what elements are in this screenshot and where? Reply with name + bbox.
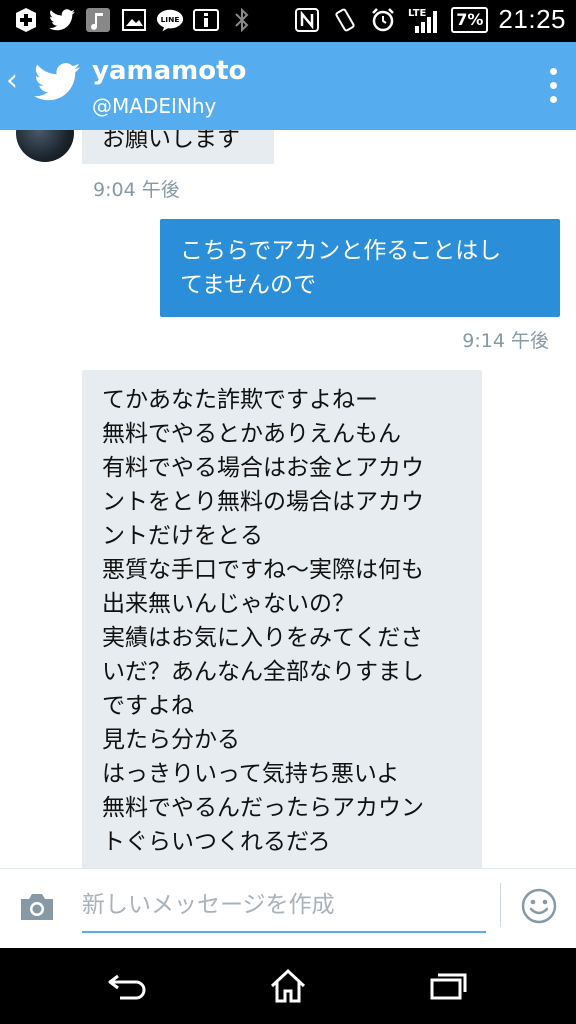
message-list[interactable]: お願いします 9:04 午後 こちらでアカンと作ることはし てませんので 9:1… [0, 130, 576, 868]
svg-text:LINE: LINE [161, 15, 180, 24]
clock: 21:25 [498, 4, 566, 34]
message-line: 見たら分かる [102, 727, 240, 753]
message-bubble-incoming[interactable]: お願いします [82, 130, 274, 164]
message-line: 無料でやるんだったらアカウン [102, 795, 424, 821]
alarm-icon [369, 6, 397, 34]
message-line: ントをとり無料の場合はアカウ [102, 489, 424, 515]
conversation-header: ‹ yamamoto @MADEINhy [0, 42, 576, 130]
message-input[interactable] [82, 885, 486, 925]
signal-icon: LTE [407, 6, 441, 34]
message-bubble-incoming[interactable]: てかあなた詐欺ですよねー 無料でやるとかありえんもん 有料でやる場合はお金とアカ… [82, 370, 482, 868]
message-line: はっきりいって気持ち悪いよ [102, 761, 400, 787]
contact-name: yamamoto [92, 56, 247, 86]
message-input-wrapper [82, 885, 486, 933]
message-line: 出来無いんじゃないの？ [102, 591, 355, 617]
rotate-icon [331, 6, 359, 34]
recents-icon[interactable] [426, 966, 470, 1006]
svg-text:LTE: LTE [408, 8, 427, 19]
notification-icons: LINE [12, 6, 256, 34]
message-timestamp: 9:04 午後 [93, 179, 180, 201]
twitter-bird-icon[interactable] [34, 62, 80, 108]
divider [500, 883, 501, 927]
back-icon[interactable] [106, 966, 150, 1006]
message-line: こちらでアカンと作ることはし [180, 238, 502, 264]
more-vertical-icon[interactable] [550, 68, 558, 103]
message-line: お願いします [102, 130, 240, 152]
message-bubble-outgoing[interactable]: こちらでアカンと作ることはし てませんので [160, 219, 560, 317]
message-line: 悪質な手口ですね〜実際は何も [102, 557, 424, 583]
battery-indicator: 7% [451, 6, 489, 33]
message-line: ントだけをとる [102, 523, 263, 549]
emoji-icon[interactable] [520, 887, 558, 925]
twitter-icon [48, 6, 76, 34]
chevron-left-icon[interactable]: ‹ [6, 66, 18, 96]
bluetooth-icon [228, 6, 256, 34]
message-line: 無料でやるとかありえんもん [102, 421, 401, 447]
image-icon [120, 6, 148, 34]
message-timestamp: 9:14 午後 [462, 330, 549, 352]
message-line: トぐらいつくれるだろ [102, 829, 331, 855]
info-icon [192, 6, 220, 34]
music-icon [84, 6, 112, 34]
status-bar: LINE LTE 7% 21:25 [0, 0, 576, 42]
add-icon [12, 6, 40, 34]
navigation-bar [0, 948, 576, 1024]
message-line: ですよね [102, 693, 194, 719]
message-line: てませんので [180, 272, 317, 298]
message-line: 有料でやる場合はお金とアカウ [102, 455, 424, 481]
camera-icon[interactable] [18, 891, 56, 923]
system-icons: LTE 7% 21:25 [293, 4, 566, 35]
message-line: いだ？あんなん全部なりすまし [102, 659, 424, 685]
avatar[interactable] [16, 130, 74, 162]
message-line: 実績はお気に入りをみてくださ [102, 625, 424, 651]
contact-handle: @MADEINhy [92, 94, 217, 118]
message-line: てかあなた詐欺ですよねー [102, 387, 378, 413]
line-icon: LINE [156, 6, 184, 34]
home-icon[interactable] [266, 966, 310, 1006]
message-composer [0, 868, 576, 949]
nfc-icon [293, 6, 321, 34]
